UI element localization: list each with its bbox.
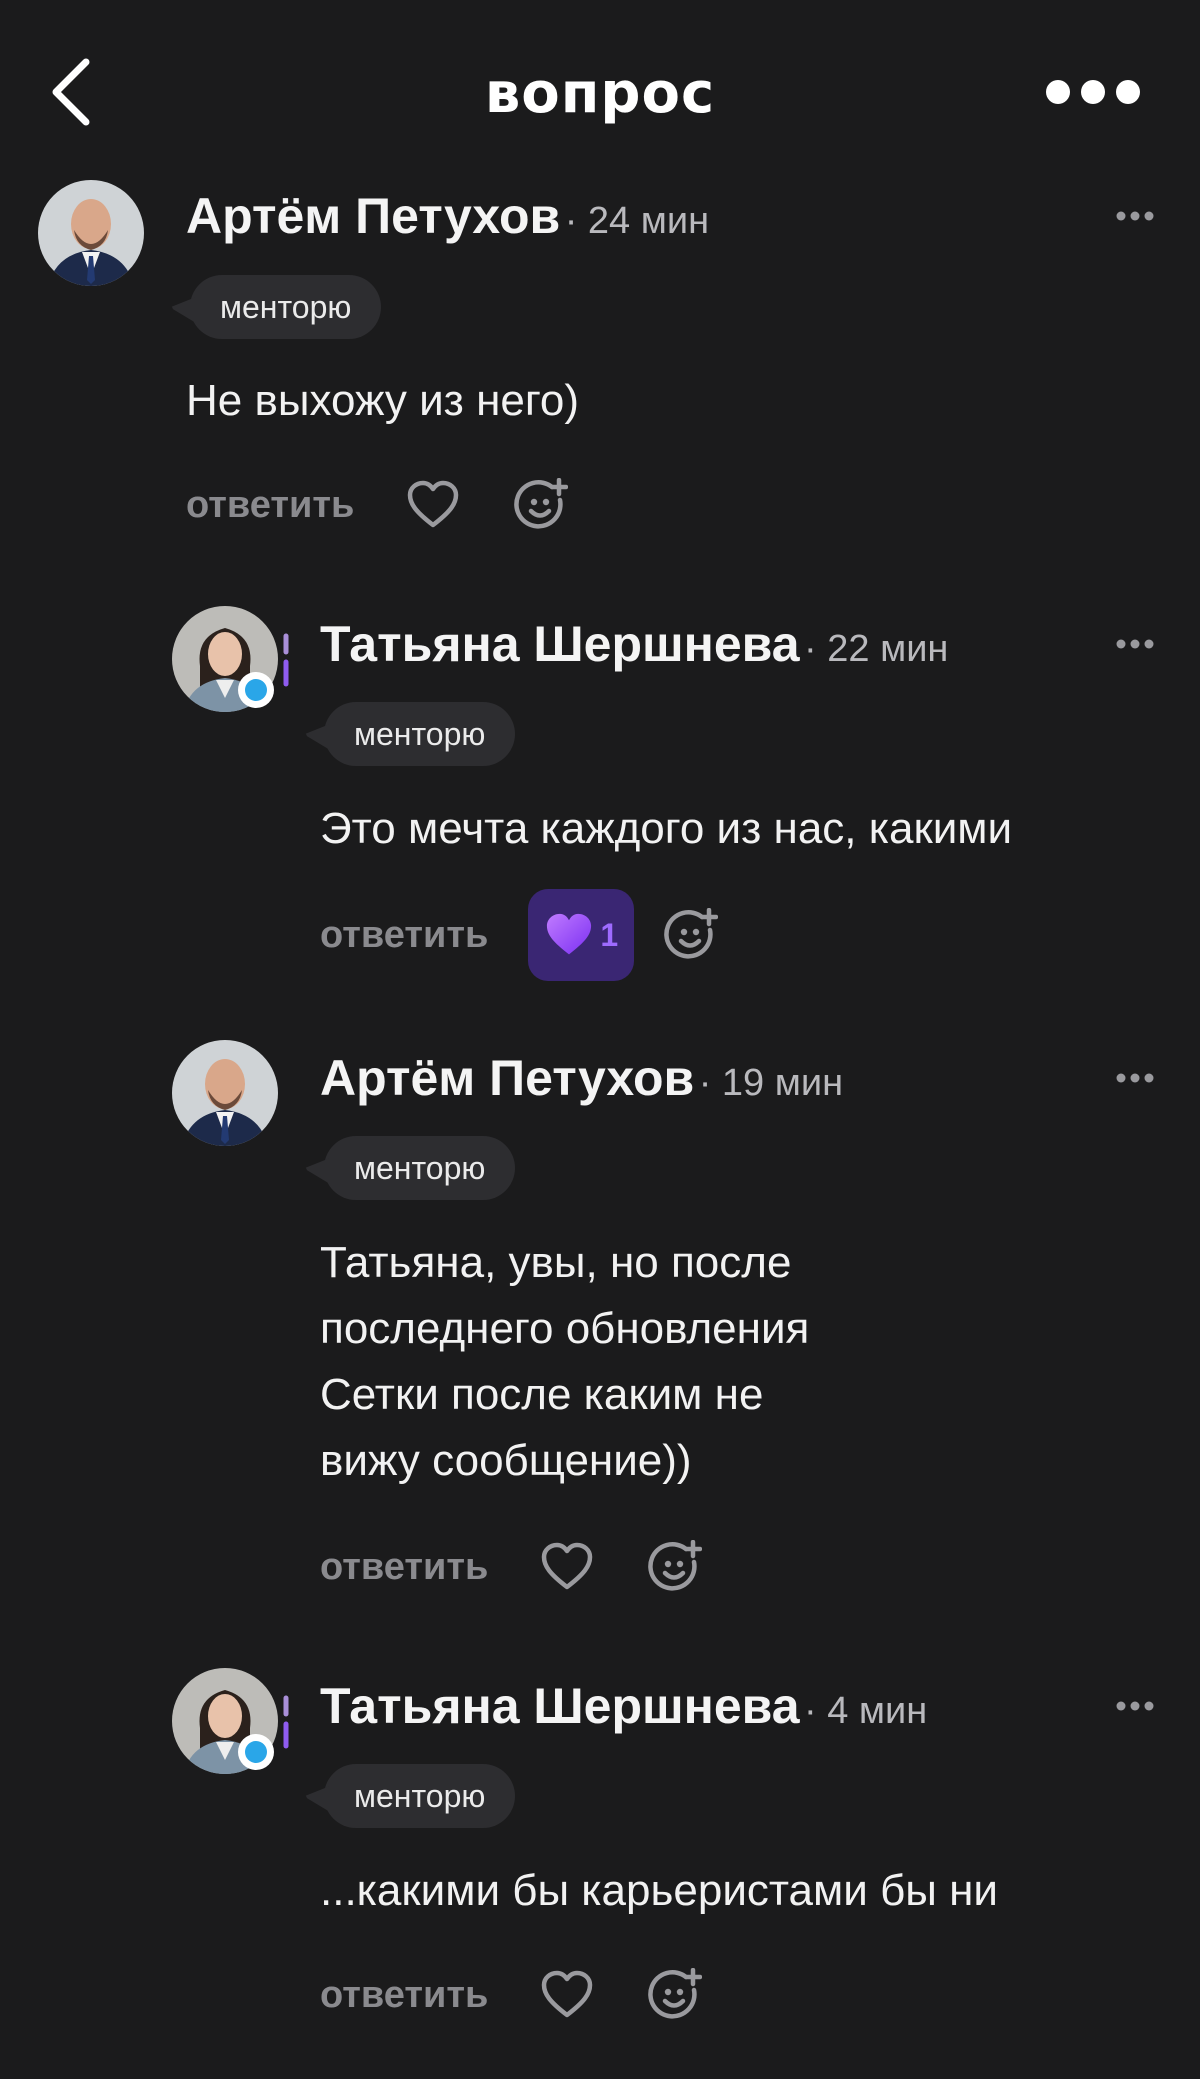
page-title: вопрос [484,61,716,126]
comment-text: ...какими бы карьеристами бы ни [320,1866,999,1915]
heart-icon [408,480,459,528]
reply-button[interactable]: ответить [320,914,488,957]
comment-time: · 22 мин [804,628,949,670]
add-reaction-icon [648,1540,703,1591]
comment-author[interactable]: Артём Петухов [186,188,560,244]
verified-badge-icon [238,1734,274,1770]
reply-button[interactable]: ответить [186,484,354,527]
comment-more-icon[interactable] [1116,1073,1154,1083]
comment-more-icon[interactable] [1116,211,1154,221]
comment-time: · 4 мин [804,1690,928,1732]
like-button[interactable] [406,480,460,530]
add-reaction-button[interactable] [648,1968,703,2022]
comment-author[interactable]: Татьяна Шершнева [320,616,800,672]
reply-button[interactable]: ответить [320,1546,488,1589]
status-tag: менторю [324,1764,516,1828]
heart-icon [542,1542,593,1590]
comment-time: · 19 мин [698,1062,844,1104]
comment-author[interactable]: Артём Петухов [320,1050,694,1106]
avatar[interactable] [172,1040,278,1146]
like-button[interactable] [540,1970,594,2020]
header-more-button[interactable] [1044,76,1142,108]
story-ring-icon [283,1695,289,1749]
add-reaction-icon [664,908,719,959]
avatar[interactable] [38,180,144,286]
verified-badge-icon [238,672,274,708]
top-bar: вопрос [0,0,1200,180]
status-tag: менторю [324,1136,516,1200]
more-horizontal-icon [1046,80,1140,104]
heart-icon [542,1970,593,2018]
like-button[interactable] [540,1542,594,1592]
reply-button[interactable]: ответить [320,1974,488,2017]
add-reaction-button[interactable] [514,478,569,532]
add-reaction-icon [514,478,569,529]
add-reaction-button[interactable] [664,908,719,962]
comment-more-icon[interactable] [1116,1701,1154,1711]
status-tag: менторю [324,702,516,766]
heart-filled-icon [547,913,592,955]
comment-more-icon[interactable] [1116,639,1154,649]
comment-time: · 24 мин [564,200,710,242]
like-button-active[interactable]: 1 [528,889,635,981]
comment-author[interactable]: Татьяна Шершнева [320,1678,800,1734]
add-reaction-icon [648,1968,703,2019]
story-ring-icon [283,633,289,687]
comment-text: Не выхожу из него) [186,376,580,425]
like-count: 1 [600,916,619,953]
comment-text: Татьяна, увы, но после последнего обновл… [320,1238,810,1485]
comment-text: Это мечта каждого из нас, какими [320,804,1013,853]
add-reaction-button[interactable] [648,1540,703,1594]
status-tag: менторю [190,275,382,339]
